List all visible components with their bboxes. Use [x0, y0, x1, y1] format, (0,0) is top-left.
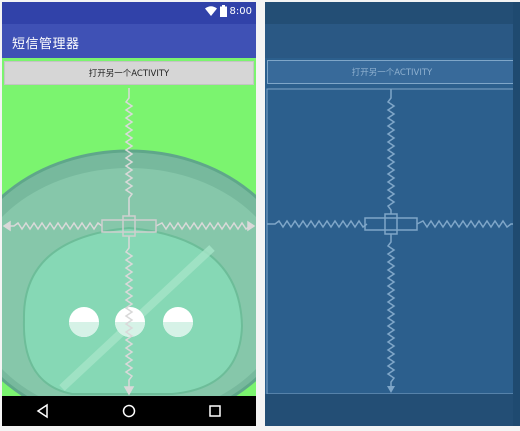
- content-area: 打开另一个ACTIVITY: [2, 58, 256, 396]
- blueprint-constraints: [266, 88, 516, 395]
- recents-icon[interactable]: [207, 403, 223, 419]
- status-bar: 8:00: [2, 2, 256, 24]
- app-bar: 短信管理器: [2, 24, 256, 58]
- blueprint-edge: [513, 2, 520, 426]
- design-preview: 8:00 短信管理器 打开另一个ACTIVITY: [2, 2, 256, 426]
- blueprint-view: 打开另一个ACTIVITY: [265, 2, 520, 426]
- back-icon[interactable]: [35, 403, 51, 419]
- battery-icon: [219, 5, 227, 17]
- home-icon[interactable]: [121, 403, 137, 419]
- blueprint-navigation-bar: [265, 394, 520, 426]
- dot-left: [69, 307, 99, 337]
- dot-right: [163, 307, 193, 337]
- wifi-icon: [204, 6, 217, 16]
- status-icons: 8:00: [204, 5, 252, 17]
- app-title: 短信管理器: [12, 37, 80, 52]
- open-activity-button[interactable]: 打开另一个ACTIVITY: [4, 61, 254, 85]
- background-image: [2, 88, 256, 396]
- status-time: 8:00: [229, 5, 252, 17]
- navigation-bar: [2, 396, 256, 426]
